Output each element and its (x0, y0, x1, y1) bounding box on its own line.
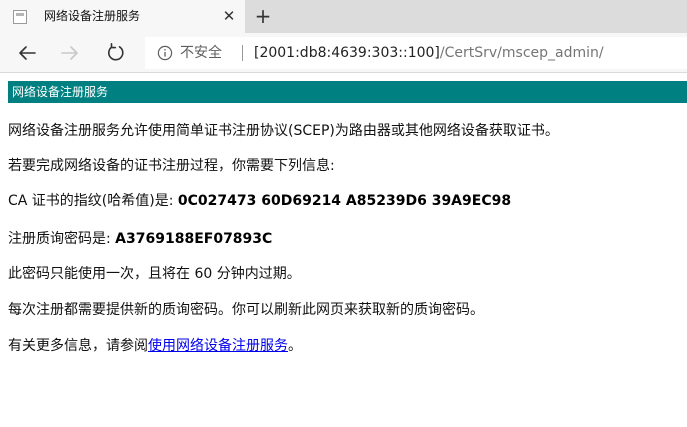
page-header: 网络设备注册服务 (8, 81, 687, 103)
challenge-line: 注册质询密码是: A3769188EF07893C (8, 229, 272, 249)
tab-title: 网络设备注册服务 (44, 9, 141, 23)
close-icon[interactable]: ✕ (221, 8, 237, 24)
back-arrow-icon (19, 46, 36, 60)
new-tab-button[interactable]: + (252, 5, 274, 27)
forward-button[interactable] (57, 40, 83, 66)
page-title: 网络设备注册服务 (12, 85, 109, 99)
thumbprint-value: 0C027473 60D69214 A85239D6 39A9EC98 (177, 193, 512, 209)
thumbprint-line: CA 证书的指纹(哈希值)是: 0C027473 60D69214 A85239… (8, 191, 511, 211)
page-icon (13, 10, 27, 24)
browser-toolbar: 不安全 [2001:db8:4639:303::100]/CertSrv/msc… (0, 33, 687, 73)
refresh-note: 每次注册都需要提供新的质询密码。你可以刷新此网页来获取新的质询密码。 (8, 302, 484, 318)
url-text[interactable]: [2001:db8:4639:303::100]/CertSrv/mscep_a… (254, 44, 604, 62)
more-info-suffix: 。 (288, 338, 302, 354)
url-path: /CertSrv/mscep_admin/ (439, 45, 604, 61)
url-host: [2001:db8:4639:303::100] (254, 45, 440, 61)
address-bar[interactable]: 不安全 [2001:db8:4639:303::100]/CertSrv/msc… (145, 37, 687, 69)
reload-icon (107, 43, 124, 61)
challenge-label: 注册质询密码是: (8, 231, 116, 247)
security-label[interactable]: 不安全 (180, 44, 222, 62)
more-info-link[interactable]: 使用网络设备注册服务 (148, 338, 288, 354)
info-icon[interactable] (157, 45, 173, 61)
active-tab[interactable]: 网络设备注册服务 ✕ (0, 0, 245, 33)
tab-strip: 网络设备注册服务 ✕ + (0, 0, 687, 33)
back-button[interactable] (14, 40, 40, 66)
page-content: 网络设备注册服务 网络设备注册服务允许使用简单证书注册协议(SCEP)为路由器或… (0, 73, 687, 427)
address-separator (242, 45, 243, 61)
intro-text: 网络设备注册服务允许使用简单证书注册协议(SCEP)为路由器或其他网络设备获取证… (8, 123, 559, 139)
forward-arrow-icon (61, 46, 78, 60)
instruction-text: 若要完成网络设备的证书注册过程，你需要下列信息: (8, 158, 335, 174)
expiry-note: 此密码只能使用一次，且将在 60 分钟内过期。 (8, 266, 301, 282)
reload-button[interactable] (103, 40, 129, 66)
more-info-line: 有关更多信息，请参阅使用网络设备注册服务。 (8, 336, 302, 356)
thumbprint-label: CA 证书的指纹(哈希值)是: (8, 193, 178, 209)
browser-window: 网络设备注册服务 ✕ + 不安全 [2001:db8:4639:303::100… (0, 0, 687, 427)
more-info-prefix: 有关更多信息，请参阅 (8, 338, 148, 354)
challenge-password: A3769188EF07893C (115, 231, 273, 247)
